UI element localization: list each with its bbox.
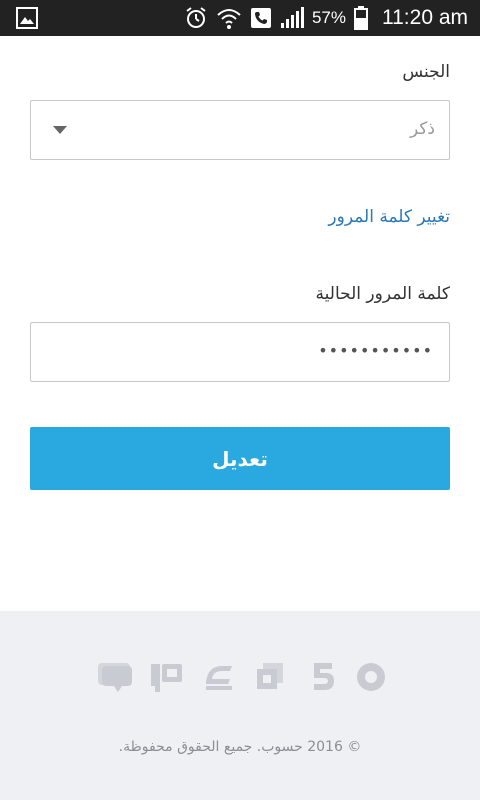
edit-button[interactable]: تعديل [30, 427, 450, 490]
layers-brand-icon[interactable] [254, 660, 288, 698]
footer [0, 611, 480, 800]
wifi-icon [216, 6, 242, 30]
circle-brand-icon[interactable] [354, 660, 388, 698]
footer-brand-icons [98, 660, 388, 694]
signal-icon [280, 7, 304, 29]
graduation-brand-icon[interactable] [202, 660, 236, 698]
alarm-icon [184, 6, 208, 30]
dropdown-caret-icon [53, 126, 67, 134]
five-brand-icon[interactable] [306, 660, 340, 698]
status-bar: 57% 11:20 am [0, 0, 480, 36]
clock: 11:20 am [382, 6, 468, 29]
current-password-input[interactable]: ••••••••••• [30, 322, 450, 382]
gender-select[interactable]: ذكر [30, 100, 450, 160]
gender-selected-value: ذكر [409, 119, 435, 139]
qa-brand-icon[interactable] [150, 660, 184, 698]
gallery-icon [16, 7, 38, 29]
password-masked-value: ••••••••••• [318, 341, 433, 360]
chat-brand-icon[interactable] [98, 660, 134, 698]
battery-percent: 57% [311, 8, 346, 27]
call-icon [250, 7, 272, 29]
current-password-label: كلمة المرور الحالية [315, 284, 450, 304]
change-password-link[interactable]: تغيير كلمة المرور [328, 207, 450, 227]
gender-label: الجنس [402, 62, 450, 82]
copyright-text: © 2016 حسوب. جميع الحقوق محفوظة. [118, 739, 362, 755]
battery-icon [354, 6, 368, 30]
